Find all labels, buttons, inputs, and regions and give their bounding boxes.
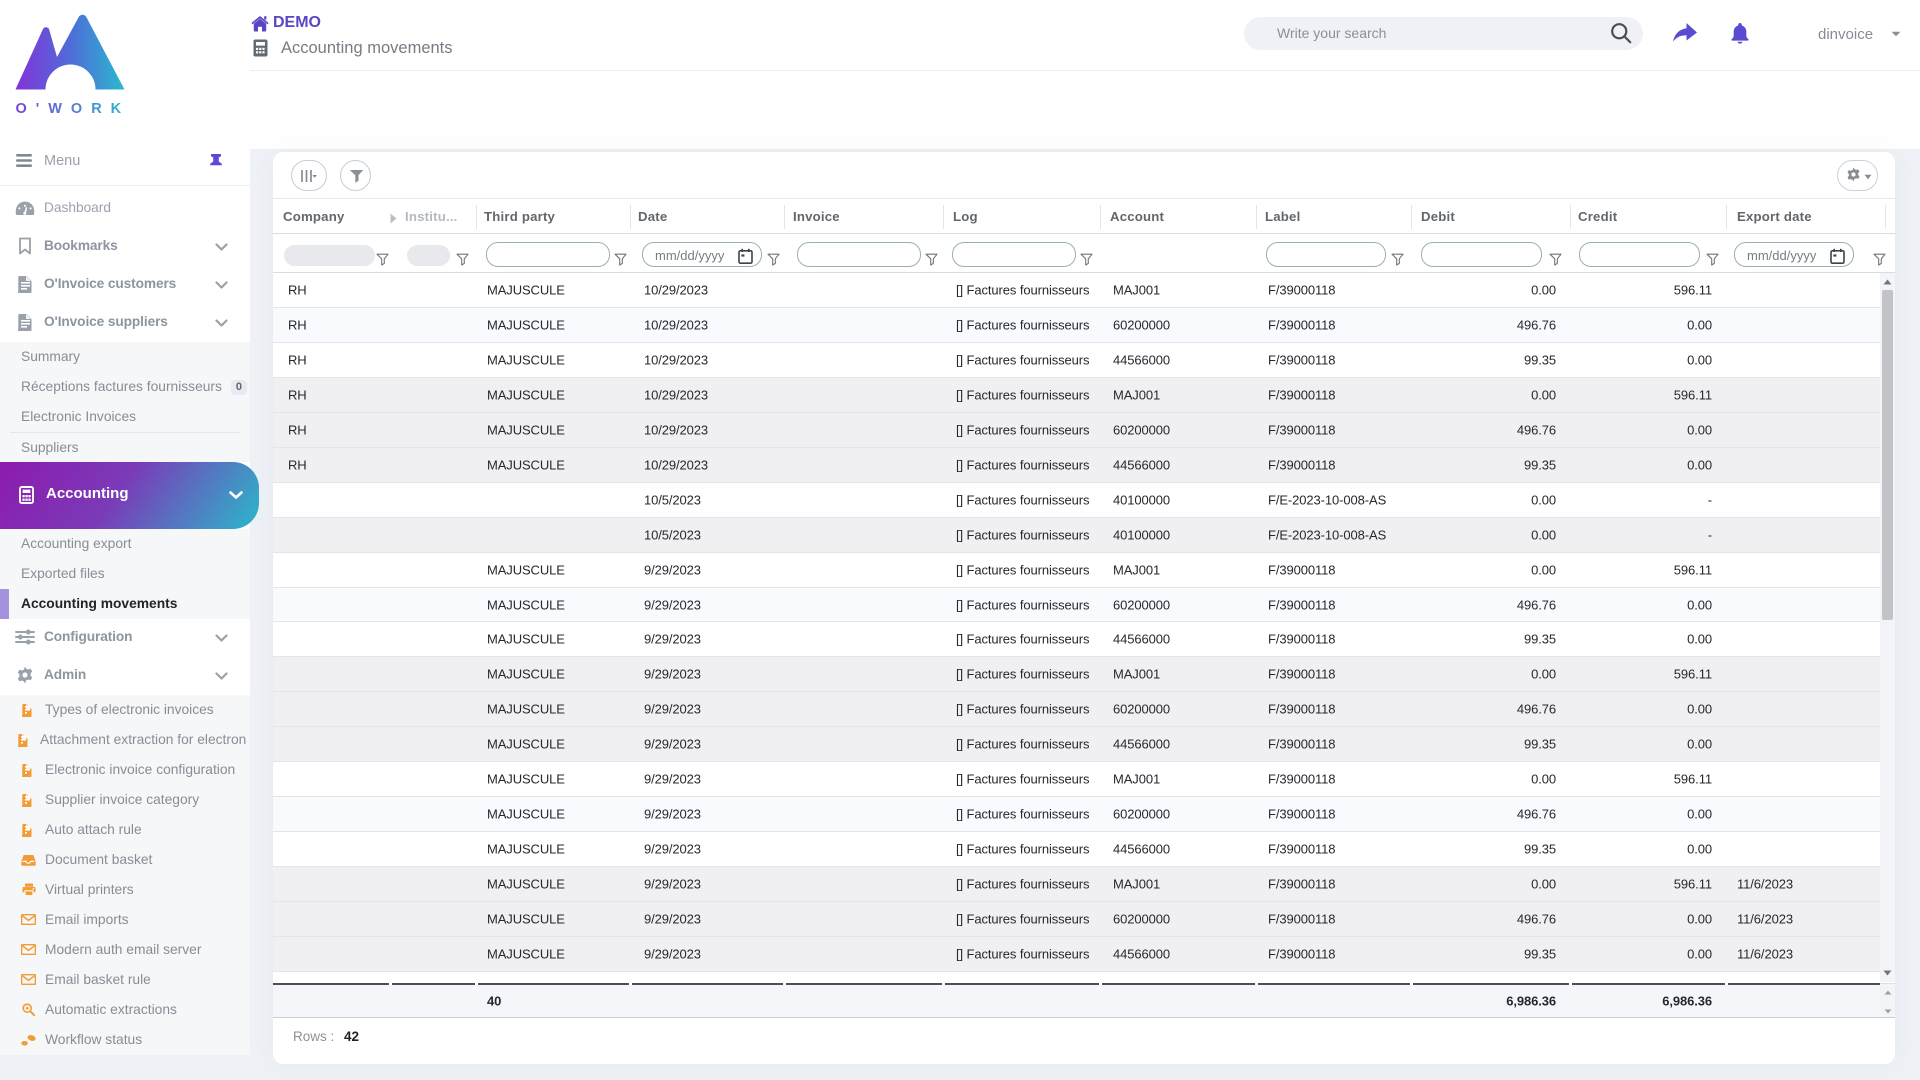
svg-text:O'WORK: O'WORK [16, 101, 126, 117]
